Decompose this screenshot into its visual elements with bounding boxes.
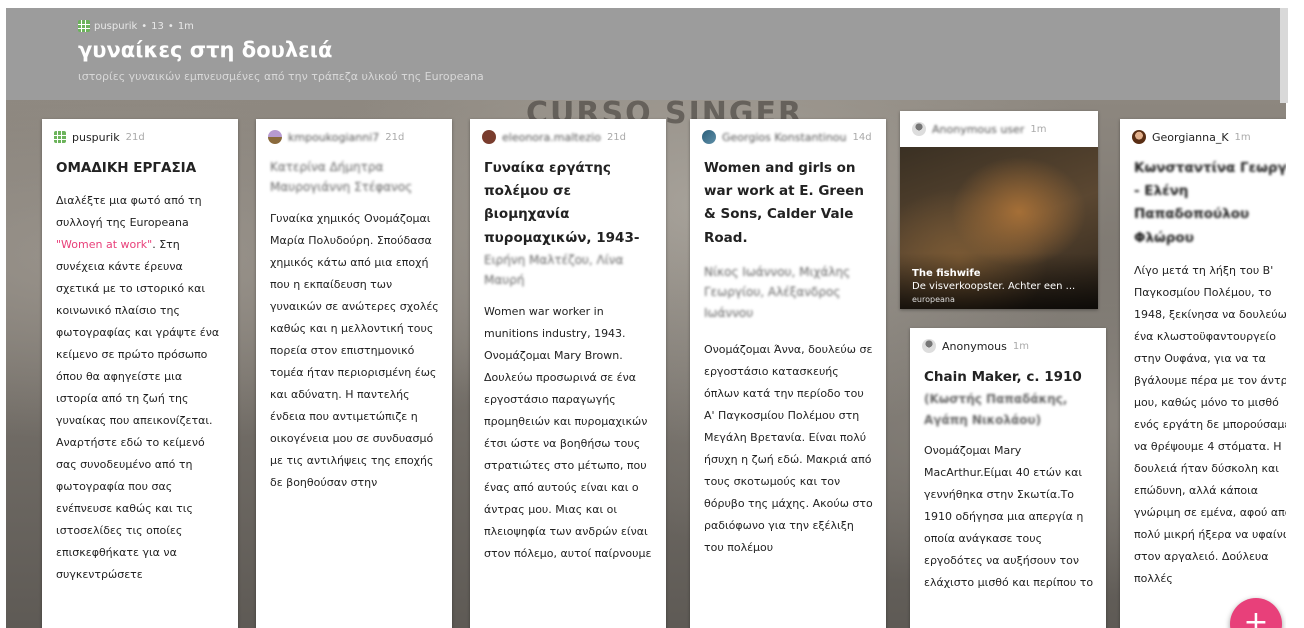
post-card[interactable]: puspurik 21d ΟΜΑΔΙΚΗ ΕΡΓΑΣΙΑ Διαλέξτε μι… <box>42 119 238 628</box>
post-body: Ονομάζομαι Mary MacArthur.Είμαι 40 ετών … <box>924 444 1094 589</box>
author-avatar <box>702 130 716 144</box>
scrollbar[interactable] <box>1280 8 1288 103</box>
post-age: 21d <box>606 131 627 143</box>
image-title: The fishwife <box>912 268 981 279</box>
author-avatar <box>482 130 496 144</box>
post-title-authors: (Κωστής Παπαδάκης, Αγάπη Νικολάου) <box>924 392 1068 427</box>
post-header: Georgianna_K 1m <box>1120 119 1286 145</box>
post-title: Chain Maker, c. 1910 <box>924 369 1082 385</box>
post-header: kmpoukogianni7 21d <box>256 119 452 145</box>
post-age: 21d <box>125 131 145 143</box>
author-avatar <box>912 122 926 136</box>
post-author[interactable]: kmpoukogianni7 <box>288 131 379 144</box>
post-body-text: . Στη συνέχεια κάντε έρευνα σχετικά με τ… <box>56 238 220 582</box>
post-card[interactable]: Anonymous 1m Chain Maker, c. 1910 (Κωστή… <box>910 328 1106 628</box>
post-header: puspurik 21d <box>42 119 238 145</box>
post-title: Κωνσταντίνα Γεωργία - Ελένη Παπαδοπούλου… <box>1134 160 1286 246</box>
post-count: 13 <box>151 20 164 32</box>
post-age: 14d <box>852 131 872 143</box>
post-card[interactable]: kmpoukogianni7 21d Κατερίνα Δήμητρα Μαυρ… <box>256 119 452 628</box>
post-authors: Νίκος Ιωάννου, Μιχάλης Γεωργίου, Αλέξανδ… <box>704 264 851 320</box>
post-header: eleonora.maltezio 21d <box>470 119 666 145</box>
post-author[interactable]: Georgios Konstantinou <box>722 131 847 144</box>
author-avatar-icon <box>78 20 90 32</box>
post-title: Γυναίκα εργάτης πολέμου σε βιομηχανία πυ… <box>484 160 640 246</box>
board-age: 1m <box>177 20 194 32</box>
post-body: Λίγο μετά τη λήξη του Β' Παγκοσμίου Πολέ… <box>1134 263 1286 585</box>
post-author: Anonymous <box>942 339 1007 353</box>
post-header: Anonymous 1m <box>910 328 1106 354</box>
post-card[interactable]: Georgianna_K 1m Κωνσταντίνα Γεωργία - Ελ… <box>1120 119 1286 628</box>
board-header: puspurik • 13 • 1m γυναίκες στη δουλειά … <box>6 8 1286 100</box>
post-body-text: Διαλέξτε μια φωτό από τη συλλογή της Eur… <box>56 194 202 230</box>
image-source[interactable]: europeana <box>912 295 955 304</box>
post-age: 21d <box>385 131 405 143</box>
post-title: Women and girls on war work at E. Green … <box>704 160 864 246</box>
post-author[interactable]: eleonora.maltezio <box>502 131 601 144</box>
author-avatar-icon <box>54 131 66 143</box>
post-age: 1m <box>1030 123 1047 135</box>
author-avatar <box>1132 130 1146 144</box>
post-title: Κατερίνα Δήμητρα Μαυρογιάννη Στέφανος <box>270 160 413 195</box>
post-author[interactable]: puspurik <box>72 131 120 144</box>
post-header: Georgios Konstantinou 14d <box>690 119 886 145</box>
post-card[interactable]: Georgios Konstantinou 14d Women and girl… <box>690 119 886 628</box>
post-title-authors: Ειρήνη Μαλτέζου, Λίνα Μαυρή <box>484 252 624 288</box>
post-age: 1m <box>1012 340 1029 352</box>
board-author[interactable]: puspurik <box>94 21 137 32</box>
post-body: Women war worker in munitions industry, … <box>484 304 652 560</box>
post-author[interactable]: Georgianna_K <box>1152 131 1229 144</box>
post-age: 1m <box>1234 131 1251 143</box>
board-meta: puspurik • 13 • 1m <box>78 20 194 32</box>
post-image[interactable]: The fishwife De visverkoopster. Achter e… <box>900 147 1098 309</box>
post-card[interactable]: eleonora.maltezio 21d Γυναίκα εργάτης πο… <box>470 119 666 628</box>
post-header: Anonymous user 1m <box>900 111 1098 137</box>
board-subtitle: ιστορίες γυναικών εμπνευσμένες από την τ… <box>78 70 484 83</box>
anonymous-avatar-icon <box>922 339 936 353</box>
author-avatar <box>268 130 282 144</box>
post-body: Γυναίκα χημικός Ονομάζομαι Μαρία Πολυδού… <box>270 211 439 489</box>
post-author[interactable]: Anonymous user <box>932 123 1024 136</box>
image-post-card[interactable]: Anonymous user 1m The fishwife De visver… <box>900 111 1098 309</box>
bullet-icon: • <box>167 20 174 32</box>
post-body: Διαλέξτε μια φωτό από τη συλλογή της Eur… <box>42 180 238 586</box>
post-link[interactable]: "Women at work" <box>56 238 152 251</box>
image-description: De visverkoopster. Achter een ... <box>912 281 1076 292</box>
bullet-icon: • <box>141 20 148 32</box>
board-title: γυναίκες στη δουλειά <box>78 38 333 62</box>
post-title: ΟΜΑΔΙΚΗ ΕΡΓΑΣΙΑ <box>56 160 197 176</box>
padlet-board: CURSO SINGER puspurik • 13 • 1m γυναίκες… <box>6 8 1286 628</box>
post-body: Ονομάζομαι Άννα, δουλεύω σε εργοστάσιο κ… <box>704 343 873 555</box>
